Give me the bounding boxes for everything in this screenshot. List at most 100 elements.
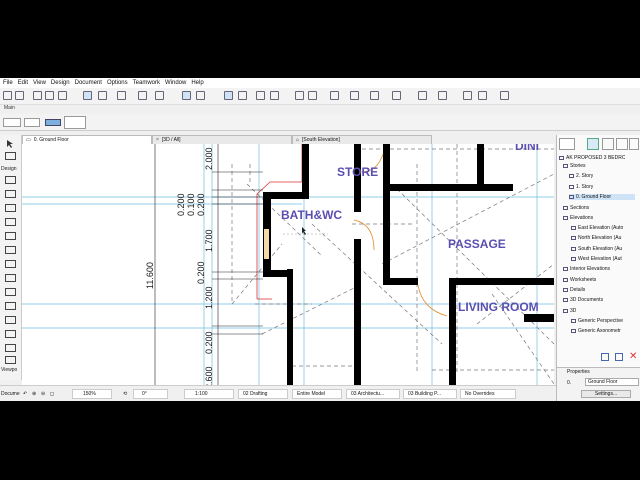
beam-tool-icon[interactable] <box>5 204 16 212</box>
marquee-tool-icon[interactable] <box>5 152 16 160</box>
tree-3d-documents[interactable]: 3D Documents <box>563 297 603 303</box>
railing-tool-icon[interactable] <box>5 288 16 296</box>
object-tool-icon[interactable] <box>5 344 16 352</box>
pen-set-select[interactable]: 03 Architectu... <box>346 389 400 399</box>
stair-tool-icon[interactable] <box>5 274 16 282</box>
pencil-icon[interactable] <box>58 91 67 100</box>
tab-ground-floor[interactable]: ▭ 0. Ground Floor <box>22 135 152 144</box>
arrow-tool-icon[interactable] <box>5 139 16 148</box>
align-icon[interactable] <box>438 91 447 100</box>
menu-window[interactable]: Window <box>165 80 186 86</box>
eyedropper-icon[interactable] <box>33 91 42 100</box>
layers-icon[interactable] <box>224 91 233 100</box>
fit-window-icon[interactable]: ◻ <box>50 391 54 397</box>
tree-south-elevation[interactable]: South Elevation (Au <box>571 246 635 252</box>
menu-edit[interactable]: Edit <box>18 80 28 86</box>
tree-generic-axonometry[interactable]: Generic Axonometr <box>571 328 635 334</box>
properties-name-field[interactable]: Ground Floor <box>585 378 639 386</box>
offset-icon[interactable] <box>350 91 359 100</box>
menu-options[interactable]: Options <box>107 80 128 86</box>
menu-document[interactable]: Document <box>75 80 102 86</box>
column-tool-icon[interactable] <box>5 190 16 198</box>
layout-book-icon[interactable] <box>616 138 628 150</box>
grid-icon[interactable] <box>138 91 147 100</box>
tree-worksheets[interactable]: Worksheets <box>563 277 596 283</box>
fill-swatch[interactable] <box>45 119 61 126</box>
menu-help[interactable]: Help <box>191 80 203 86</box>
mirror-icon[interactable] <box>392 91 401 100</box>
morph-tool-icon[interactable] <box>5 260 16 268</box>
element-selector[interactable] <box>3 118 21 127</box>
delete-icon[interactable]: ✕ <box>629 351 637 362</box>
tree-stories[interactable]: Stories <box>563 163 586 169</box>
undo-icon[interactable]: ↶ <box>23 391 27 397</box>
zone-tool-icon[interactable] <box>5 356 16 364</box>
adjust-icon[interactable] <box>308 91 317 100</box>
group-icon[interactable] <box>418 91 427 100</box>
tab-3d-all[interactable]: × [3D / All] <box>152 135 292 144</box>
angle-field[interactable]: 0° <box>133 389 168 399</box>
zoom-in-icon[interactable]: ⊕ <box>32 391 36 397</box>
tree-3d[interactable]: 3D <box>563 308 576 314</box>
tree-ground-floor[interactable]: 0. Ground Floor <box>569 194 635 200</box>
tree-details[interactable]: Details <box>563 287 585 293</box>
view-3d-icon[interactable] <box>463 91 472 100</box>
rotate-icon[interactable] <box>370 91 379 100</box>
scale-field[interactable]: 1:100 <box>184 389 234 399</box>
guide-lines-icon[interactable] <box>98 91 107 100</box>
drawing-canvas[interactable]: STORE BATH&WC PASSAGE LIVING ROOM DINI 2… <box>22 144 554 385</box>
menu-teamwork[interactable]: Teamwork <box>133 80 160 86</box>
navigator-menu-icon[interactable] <box>559 138 575 150</box>
window-tool-icon[interactable] <box>5 330 16 338</box>
roof-tool-icon[interactable] <box>5 232 16 240</box>
undo-icon[interactable] <box>15 91 24 100</box>
rotate-icon[interactable]: ⟲ <box>123 391 127 397</box>
tree-interior-elevations[interactable]: Interior Elevations <box>563 266 610 272</box>
tree-sections[interactable]: Sections <box>563 205 589 211</box>
menu-file[interactable]: File <box>3 80 13 86</box>
trace-icon[interactable] <box>256 91 265 100</box>
trim-icon[interactable] <box>330 91 339 100</box>
publisher-icon[interactable] <box>629 138 639 150</box>
split-icon[interactable] <box>295 91 304 100</box>
zoom-out-icon[interactable]: ⊖ <box>41 391 45 397</box>
tree-story-1[interactable]: 1. Story <box>569 184 593 190</box>
slab-tool-icon[interactable] <box>5 218 16 226</box>
tree-project-root[interactable]: AK PROPOSED 3 BEDRC <box>559 155 625 161</box>
shell-tool-icon[interactable] <box>5 246 16 254</box>
selection-icon[interactable] <box>182 91 191 100</box>
tree-north-elevation[interactable]: North Elevation (Au <box>571 235 635 241</box>
menu-view[interactable]: View <box>33 80 46 86</box>
open-icon[interactable] <box>3 91 12 100</box>
floor-plan-icon[interactable] <box>478 91 487 100</box>
tree-west-elevation[interactable]: West Elevation (Aut <box>571 256 635 262</box>
tab-south-elevation[interactable]: ⌂ [South Elevation] <box>292 135 432 144</box>
wall-tool-icon[interactable] <box>5 176 16 184</box>
magic-wand-icon[interactable] <box>117 91 126 100</box>
ruler-icon[interactable] <box>155 91 164 100</box>
syringe-icon[interactable] <box>45 91 54 100</box>
curtain-wall-tool-icon[interactable] <box>5 302 16 310</box>
model-view-select[interactable]: Entire Model <box>292 389 342 399</box>
tree-elevations[interactable]: Elevations <box>563 215 593 221</box>
lock-icon[interactable] <box>196 91 205 100</box>
layer-combination-select[interactable]: 02 Drafting <box>238 389 288 399</box>
publish-icon[interactable] <box>500 91 509 100</box>
pen-icon[interactable] <box>238 91 247 100</box>
menu-design[interactable]: Design <box>51 80 70 86</box>
clone-folder-icon[interactable] <box>615 353 623 361</box>
arrow-tool-icon[interactable] <box>64 116 86 129</box>
graphic-override-select[interactable]: No Overrides <box>460 389 516 399</box>
view-map-icon[interactable] <box>602 138 614 150</box>
new-view-icon[interactable] <box>601 353 609 361</box>
close-icon[interactable]: × <box>156 137 159 143</box>
zoom-field[interactable]: 150% <box>72 389 112 399</box>
mvo-select[interactable]: 03 Building P... <box>403 389 457 399</box>
tree-story-2[interactable]: 2. Story <box>569 173 593 179</box>
door-tool-icon[interactable] <box>5 316 16 324</box>
settings-field[interactable] <box>24 118 40 127</box>
settings-button[interactable]: Settings... <box>581 390 631 398</box>
compare-icon[interactable] <box>270 91 279 100</box>
snap-icon[interactable] <box>83 91 92 100</box>
project-map-icon[interactable] <box>587 138 599 150</box>
